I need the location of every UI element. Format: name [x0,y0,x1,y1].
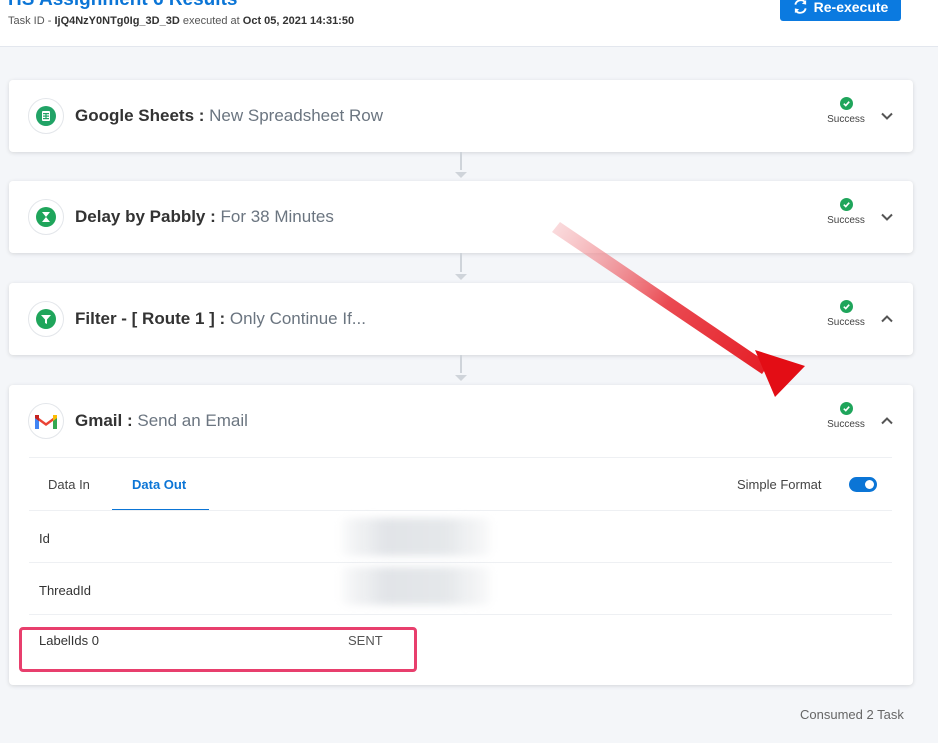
status-label: Success [827,317,865,328]
step-card-delay[interactable]: Delay by Pabbly : For 38 Minutes Success [9,181,913,253]
step-header[interactable]: Filter - [ Route 1 ] : Only Continue If.… [9,283,913,355]
chevron-up-icon[interactable] [879,311,895,327]
step-app-name: Filter - [ Route 1 ] [75,309,215,328]
success-check-icon [839,198,853,211]
consumed-tasks-text: Consumed 2 Task [800,707,904,722]
page-title: HS Assignment 6 Results [8,0,237,11]
step-header[interactable]: Delay by Pabbly : For 38 Minutes Success [9,181,913,253]
connector-arrow-icon [455,274,467,280]
step-connector [460,152,462,170]
redacted-value [341,567,491,605]
chevron-up-icon[interactable] [879,413,895,429]
simple-format-toggle[interactable] [849,477,877,492]
status-indicator: Success [821,97,871,125]
step-header[interactable]: Google Sheets : New Spreadsheet Row Succ… [9,80,913,152]
step-app-name: Delay by Pabbly [75,207,206,226]
step-title: Google Sheets : New Spreadsheet Row [75,106,383,126]
row-key: Id [39,531,50,546]
page-header: HS Assignment 6 Results Task ID - IjQ4Nz… [0,0,938,47]
status-label: Success [827,215,865,226]
re-execute-button[interactable]: Re-execute [780,0,901,21]
step-separator: : [214,309,230,328]
refresh-icon [794,0,807,14]
success-check-icon [839,402,853,415]
table-row: Id [29,510,892,562]
toggle-knob [865,480,874,489]
step-app-name: Google Sheets [75,106,195,125]
google-sheets-icon [28,98,64,134]
step-title: Delay by Pabbly : For 38 Minutes [75,207,334,227]
tab-data-in[interactable]: Data In [48,477,90,492]
success-check-icon [839,300,853,313]
status-indicator: Success [821,402,871,430]
hourglass-icon [28,199,64,235]
status-indicator: Success [821,300,871,328]
executed-at-label: executed at [179,15,243,27]
executed-at: Oct 05, 2021 14:31:50 [242,15,355,27]
step-app-name: Gmail [75,411,123,430]
tab-data-out[interactable]: Data Out [132,477,186,492]
step-title: Filter - [ Route 1 ] : Only Continue If.… [75,309,366,329]
gmail-icon [28,403,64,439]
step-title: Gmail : Send an Email [75,411,248,431]
task-id: IjQ4NzY0NTg0Ig_3D_3D [54,15,180,27]
step-card-google-sheets[interactable]: Google Sheets : New Spreadsheet Row Succ… [9,80,913,152]
step-connector [460,355,462,373]
step-separator: : [122,411,138,430]
status-indicator: Success [821,198,871,226]
step-action-name: Only Continue If... [229,309,366,328]
connector-arrow-icon [455,375,467,381]
step-action-name: For 38 Minutes [220,207,334,226]
row-key: ThreadId [39,583,92,598]
chevron-down-icon[interactable] [879,209,895,225]
status-label: Success [827,114,865,125]
step-connector [460,253,462,272]
connector-arrow-icon [455,172,467,178]
status-label: Success [827,419,865,430]
simple-format-label: Simple Format [737,477,822,492]
step-header[interactable]: Gmail : Send an Email Success [9,385,913,457]
task-meta: Task ID - IjQ4NzY0NTg0Ig_3D_3D executed … [8,15,354,27]
table-row: ThreadId [29,562,892,614]
highlight-annotation-box [19,627,417,672]
task-id-label: Task ID - [8,15,55,27]
chevron-down-icon[interactable] [879,108,895,124]
filter-icon [28,301,64,337]
success-check-icon [839,97,853,110]
step-action-name: Send an Email [137,411,248,430]
step-card-filter[interactable]: Filter - [ Route 1 ] : Only Continue If.… [9,283,913,355]
step-action-name: New Spreadsheet Row [209,106,384,125]
data-tabs: Data In Data Out Simple Format [29,457,892,511]
step-separator: : [205,207,221,226]
step-separator: : [194,106,210,125]
re-execute-label: Re-execute [813,0,889,15]
redacted-value [341,518,491,556]
